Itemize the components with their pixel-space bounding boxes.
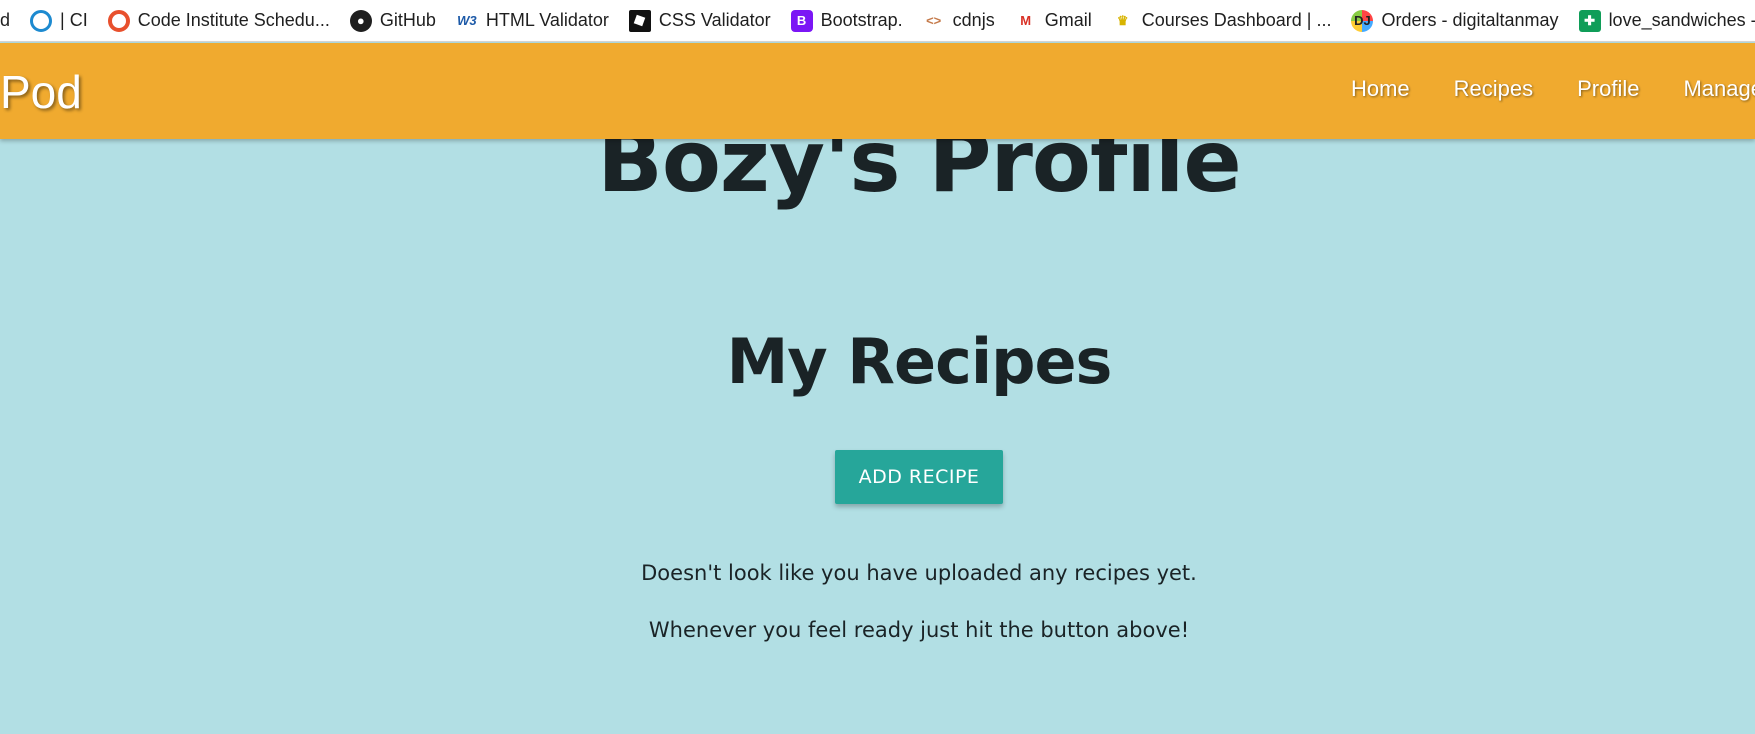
code-brackets-icon: <> [926,13,942,28]
bookmark-cdnjs[interactable]: <> cdnjs [923,10,995,32]
brand-logo[interactable]: Pod [0,65,82,119]
my-recipes-heading: My Recipes [726,325,1113,398]
w3c-icon: W3 [457,13,477,28]
bookmark-bootstrap[interactable]: B Bootstrap. [790,9,903,32]
dj-icon: DJ [1351,9,1374,32]
bookmarks-bar: d | CI Code Institute Schedu... ● GitHub… [0,0,1755,42]
bootstrap-icon: B [790,9,813,32]
crown-icon: ♛ [1116,12,1129,28]
nav-links: Home Recipes Profile Manage [1351,76,1755,102]
bookmark-label: Bootstrap. [820,10,903,30]
bookmark-label: Orders - digitaltanmay [1381,10,1559,30]
circle-o-icon [30,9,53,32]
bookmark-github[interactable]: ● GitHub [349,9,436,32]
bookmark-label: Gmail [1044,10,1092,30]
bookmark-label: d [0,10,11,30]
nav-link-home[interactable]: Home [1351,76,1410,102]
github-icon: ● [349,9,372,32]
css-validator-icon [628,9,651,32]
bookmark-label: Courses Dashboard | ... [1141,10,1332,30]
bookmark-label: cdnjs [952,10,995,30]
gmail-icon: M [1020,13,1032,28]
bookmark-ci[interactable]: | CI [30,9,88,32]
bookmark-html-validator[interactable]: W3 HTML Validator [456,10,609,32]
add-recipe-button[interactable]: ADD RECIPE [835,450,1003,504]
bookmark-label: | CI [60,10,88,30]
bookmark-courses-dashboard[interactable]: ♛ Courses Dashboard | ... [1112,10,1332,32]
bookmark-gmail[interactable]: M Gmail [1015,10,1092,32]
orange-ring-icon [107,9,130,32]
bookmark-code-institute-schedule[interactable]: Code Institute Schedu... [107,9,330,32]
nav-link-recipes[interactable]: Recipes [1454,76,1533,102]
empty-recipes-hint: Whenever you feel ready just hit the but… [648,618,1190,642]
sheets-icon: ✚ [1578,9,1601,32]
bookmark-css-validator[interactable]: CSS Validator [628,9,771,32]
bookmark-label: Code Institute Schedu... [137,10,330,30]
bookmark-label: CSS Validator [658,10,771,30]
bookmark-label: GitHub [379,10,436,30]
nav-link-manage[interactable]: Manage [1683,76,1755,102]
site-navbar: Pod Home Recipes Profile Manage [0,43,1755,139]
bookmark-orders[interactable]: DJ Orders - digitaltanmay [1351,9,1559,32]
empty-recipes-message: Doesn't look like you have uploaded any … [641,561,1197,585]
bookmark-label: HTML Validator [485,10,609,30]
bookmark-love-sandwiches[interactable]: ✚ love_sandwiches - Go [1578,9,1755,32]
bookmark-label: love_sandwiches - Go [1608,10,1755,30]
nav-link-profile[interactable]: Profile [1577,76,1639,102]
bookmark-partial[interactable]: d [0,10,10,31]
